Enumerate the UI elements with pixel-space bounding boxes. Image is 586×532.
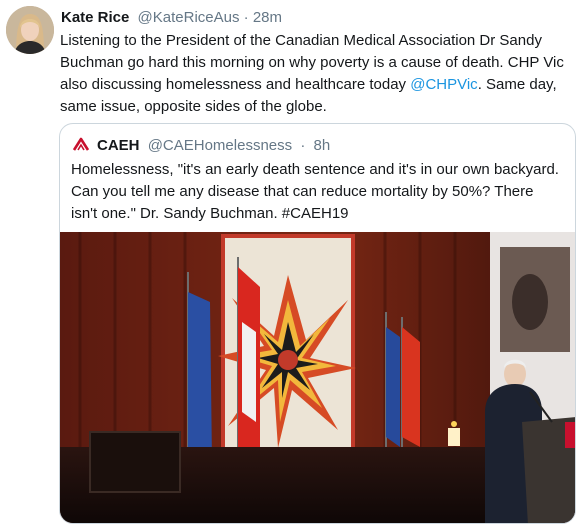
tweet-text: Listening to the President of the Canadi… [60,30,575,118]
quoted-separator-dot: · [300,137,306,154]
user-avatar[interactable] [6,6,54,54]
quoted-tweet-header: CAEH @CAEHomelessness · 8h [71,134,330,156]
quoted-display-name[interactable]: CAEH [97,137,140,154]
quoted-user-handle[interactable]: @CAEHomelessness [148,137,292,154]
tweet-timestamp[interactable]: 28m [253,9,282,26]
display-name[interactable]: Kate Rice [61,9,129,26]
quoted-timestamp[interactable]: 8h [313,137,330,154]
tweet-header: Kate Rice @KateRiceAus · 28m [61,9,282,27]
tweet: Kate Rice @KateRiceAus · 28m Listening t… [0,0,586,532]
quoted-tweet-card[interactable]: CAEH @CAEHomelessness · 8h Homelessness,… [59,123,576,524]
caeh-logo-icon [71,134,91,154]
conference-photo[interactable] [60,232,575,523]
conference-photo-image [60,232,575,523]
separator-dot: · [243,9,249,26]
quoted-tweet-text: Homelessness, "it's an early death sente… [71,161,559,222]
avatar-portrait [6,6,54,54]
mention-link[interactable]: @CHPVic [410,76,477,93]
user-handle[interactable]: @KateRiceAus [138,9,240,26]
